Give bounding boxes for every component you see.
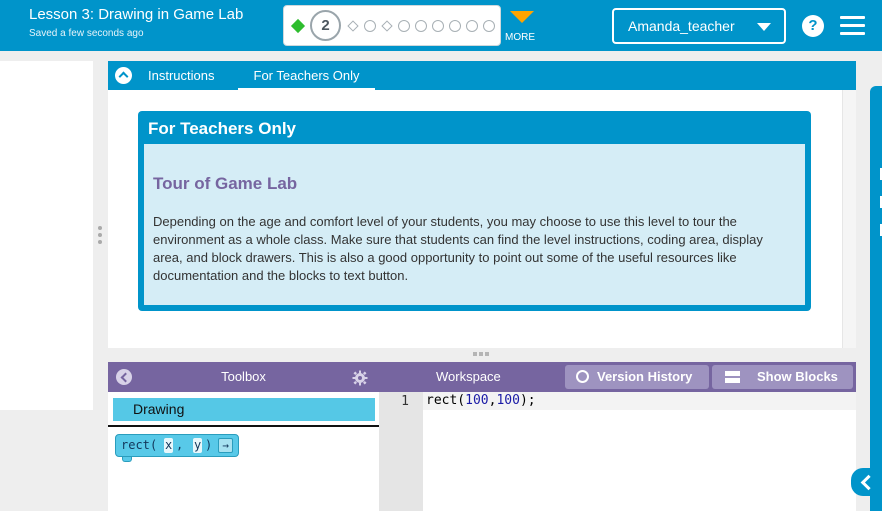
code-end: ); (519, 393, 536, 408)
instructions-scrollbar[interactable] (842, 90, 856, 348)
level-dot[interactable] (432, 20, 444, 32)
block-comma: , (176, 438, 184, 452)
horizontal-resize-handle[interactable] (473, 352, 491, 356)
code-line[interactable]: rect(100,100); (426, 393, 536, 408)
block-connector (122, 457, 132, 462)
rect-block[interactable]: rect ( x , y ) → (115, 434, 239, 457)
gear-icon[interactable] (352, 370, 368, 386)
top-header: Lesson 3: Drawing in Game Lab Saved a fe… (0, 0, 882, 51)
blocks-icon (725, 371, 740, 383)
block-open-paren: ( (150, 438, 158, 452)
code-function: rect( (426, 393, 466, 408)
help-icon[interactable]: ? (802, 15, 824, 37)
block-arg-y[interactable]: y (193, 438, 203, 453)
level-diamond[interactable] (347, 20, 359, 32)
version-history-button[interactable]: Version History (565, 365, 709, 389)
level-dot[interactable] (483, 20, 495, 32)
code-editor[interactable]: rect(100,100); (423, 392, 856, 511)
code-arg-2: 100 (496, 393, 520, 408)
clock-icon (576, 370, 589, 383)
toolbox-header: Toolbox (108, 362, 379, 392)
level-dot[interactable] (364, 20, 376, 32)
arrow-right-icon[interactable]: → (218, 438, 233, 453)
teacher-card-heading: Tour of Game Lab (153, 174, 298, 193)
teacher-notes-card: For Teachers Only Tour of Game Lab Depen… (138, 111, 811, 311)
version-history-label: Version History (597, 369, 693, 384)
gem-icon[interactable] (290, 18, 306, 34)
level-dot[interactable] (398, 20, 410, 32)
caret-down-icon (757, 23, 771, 31)
workspace-header: Workspace Version History Show Blocks (379, 362, 856, 392)
level-diamond[interactable] (381, 20, 393, 32)
tab-instructions[interactable]: Instructions (148, 61, 214, 90)
teacher-card-text: Depending on the age and comfort level o… (153, 214, 763, 283)
show-blocks-button[interactable]: Show Blocks (712, 365, 853, 389)
line-number-gutter: 1 (379, 392, 423, 511)
instructions-tab-bar: Instructions For Teachers Only (108, 61, 856, 90)
tab-for-teachers-only[interactable]: For Teachers Only (238, 61, 375, 90)
block-arg-x[interactable]: x (164, 438, 174, 453)
code-arg-1: 100 (465, 393, 489, 408)
teacher-card-content: Tour of Game Lab Depending on the age an… (144, 144, 805, 305)
saved-status: Saved a few seconds ago (29, 28, 144, 39)
block-function-name: rect (121, 438, 150, 452)
vertical-resize-handle[interactable] (98, 226, 102, 246)
level-progress-bar: 2 (283, 5, 501, 46)
toolbox-title: Toolbox (221, 369, 266, 384)
level-dot[interactable] (466, 20, 478, 32)
line-number: 1 (401, 394, 409, 409)
user-menu-button[interactable]: Amanda_teacher (612, 8, 786, 44)
visualization-panel (0, 61, 93, 410)
expand-panel-icon[interactable] (851, 468, 882, 496)
toolbox-category-drawing[interactable]: Drawing (113, 398, 375, 421)
current-level-bubble[interactable]: 2 (310, 10, 341, 41)
user-name: Amanda_teacher (628, 18, 735, 34)
show-blocks-label: Show Blocks (757, 369, 838, 384)
teacher-card-title: For Teachers Only (148, 119, 297, 138)
block-close-paren: ) (205, 438, 213, 452)
level-dot[interactable] (415, 20, 427, 32)
more-label[interactable]: MORE (505, 32, 535, 43)
right-side-panel[interactable] (870, 86, 882, 511)
lesson-title[interactable]: Lesson 3: Drawing in Game Lab (29, 6, 243, 23)
level-dot[interactable] (449, 20, 461, 32)
workspace-title: Workspace (436, 369, 501, 384)
toolbox-panel: Drawing rect ( x , y ) → (108, 392, 379, 511)
collapse-instructions-icon[interactable] (115, 67, 132, 84)
hamburger-menu-icon[interactable] (840, 16, 865, 36)
category-divider (108, 425, 379, 427)
more-arrow-icon[interactable] (510, 11, 534, 23)
